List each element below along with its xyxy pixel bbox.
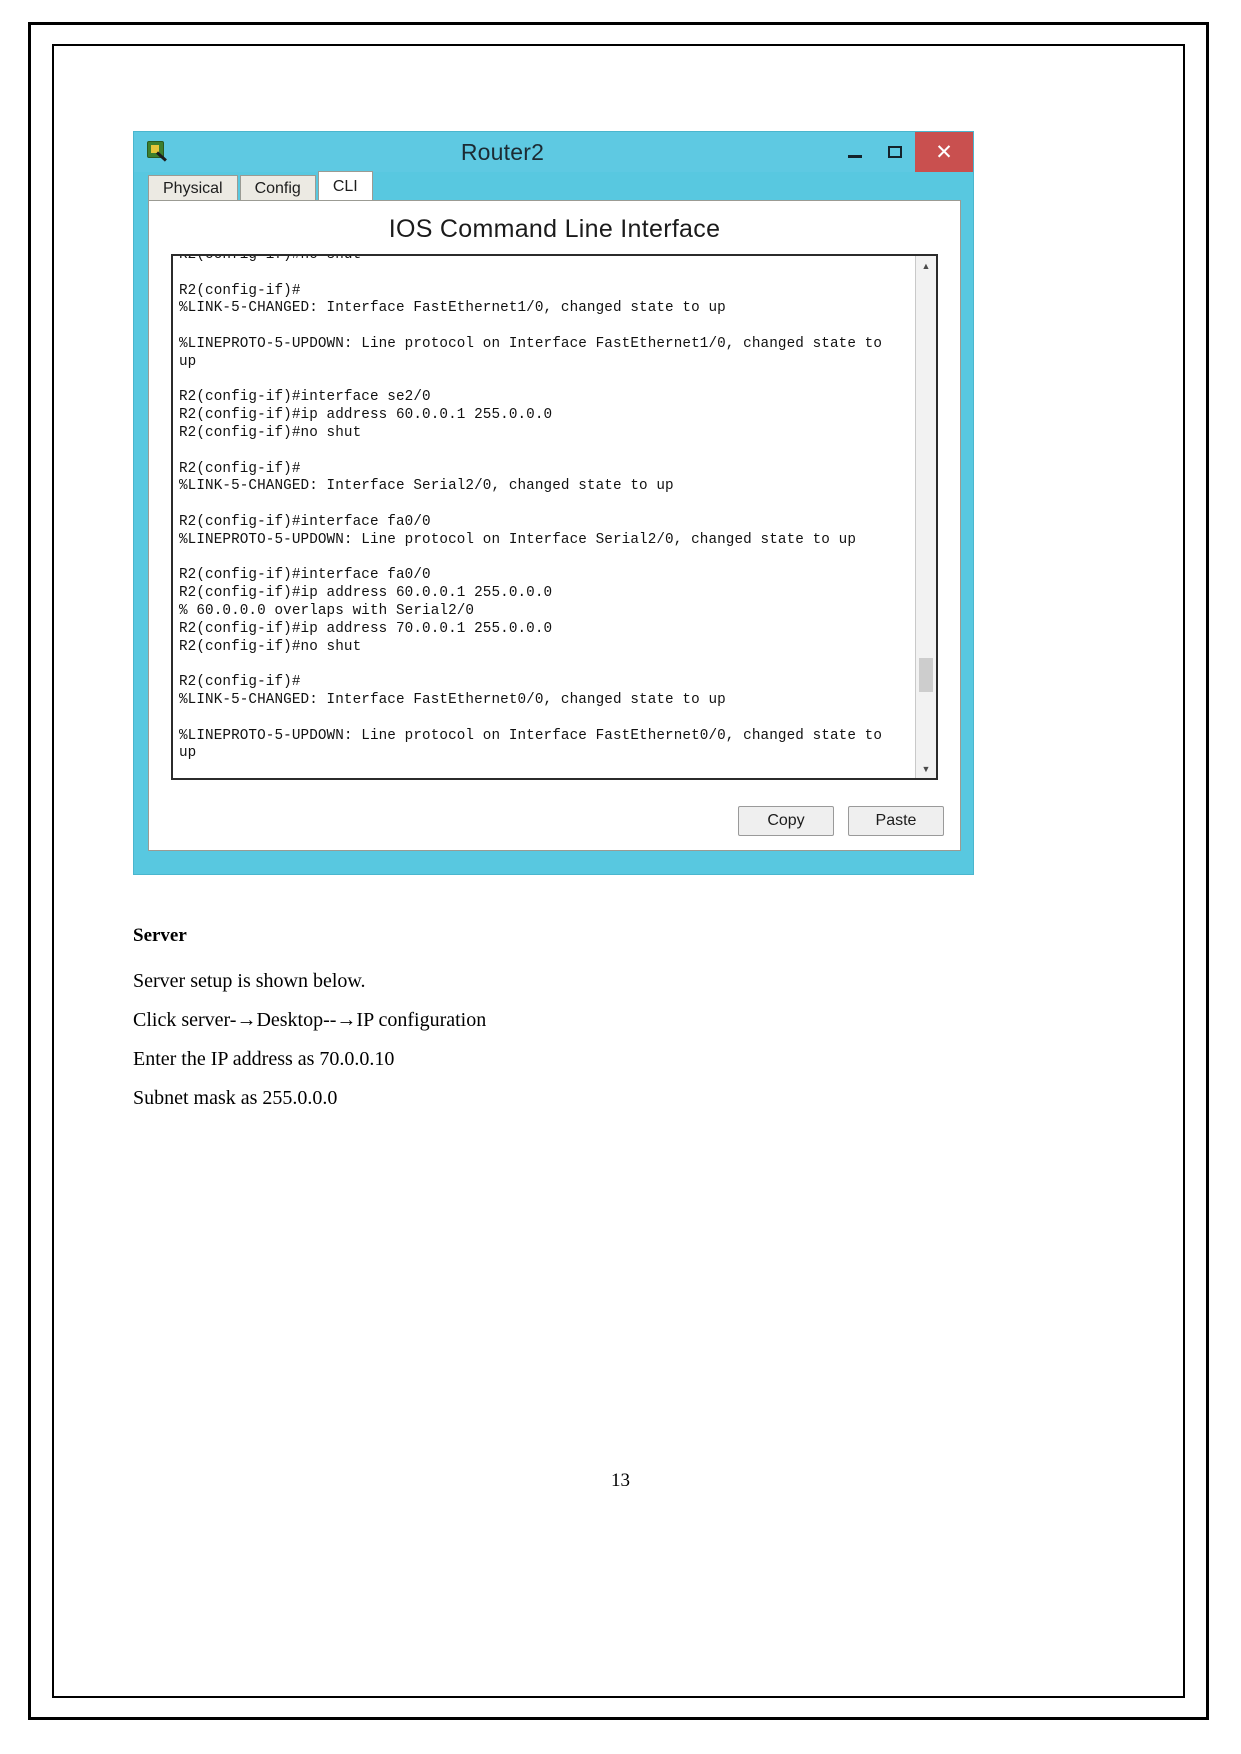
cli-scrollbar[interactable]: ▲ ▼	[915, 256, 936, 778]
scroll-down-icon[interactable]: ▼	[916, 759, 936, 778]
panel-heading: IOS Command Line Interface	[388, 215, 721, 243]
cli-line: %LINK-5-CHANGED: Interface FastEthernet1…	[179, 300, 726, 317]
cli-output-text: R2(config-if)#no shut R2(config-if)# %LIN…	[179, 254, 912, 763]
cli-line: up	[179, 745, 197, 762]
cli-line-selected: R2(config-if)#interface fa0/0	[179, 567, 912, 585]
cli-line: %LINEPROTO-5-UPDOWN: Line protocol on In…	[179, 335, 883, 352]
cli-line	[179, 443, 912, 461]
cli-line: R2(config-if)#ip address 60.0.0.1 255.0.…	[179, 407, 553, 424]
window-title: Router2	[460, 138, 545, 165]
cli-line	[179, 318, 912, 336]
cli-line	[179, 496, 912, 514]
paragraph-3: Enter the IP address as 70.0.0.10	[133, 1048, 395, 1070]
copy-button[interactable]: Copy	[738, 806, 834, 836]
cli-selection-highlight: R2(config-if)#interface fa0/0	[179, 567, 431, 584]
cli-line: R2(config-if)#no shut	[179, 638, 362, 655]
paragraph-4: Subnet mask as 255.0.0.0	[133, 1087, 338, 1109]
packet-tracer-router-icon	[144, 139, 170, 165]
tab-config[interactable]: Config	[239, 175, 316, 200]
maximize-button[interactable]	[875, 132, 915, 172]
cli-line: %LINEPROTO-5-UPDOWN: Line protocol on In…	[179, 727, 883, 744]
cli-line	[179, 550, 912, 568]
cli-line: R2(config-if)#no shut	[179, 424, 362, 441]
cli-line: R2(config-if)#ip address 60.0.0.1 255.0.…	[179, 585, 553, 602]
minimize-button[interactable]	[835, 132, 875, 172]
window-controls: ✕	[835, 132, 973, 172]
minimize-icon	[848, 154, 862, 158]
maximize-icon	[888, 146, 902, 158]
window-titlebar: Router2 ✕	[134, 132, 973, 172]
tab-physical[interactable]: Physical	[148, 175, 238, 200]
cli-button-row: Copy Paste	[738, 806, 944, 836]
cli-line	[179, 372, 912, 390]
section-heading: Server	[133, 925, 187, 946]
cli-line	[179, 710, 912, 728]
cli-panel: IOS Command Line Interface R2(config-if)…	[148, 200, 961, 851]
cli-line: R2(config-if)#	[179, 460, 301, 477]
paste-button[interactable]: Paste	[848, 806, 944, 836]
cli-terminal[interactable]: R2(config-if)#no shut R2(config-if)# %LIN…	[171, 254, 938, 780]
cli-line: %LINK-5-CHANGED: Interface Serial2/0, ch…	[179, 478, 674, 495]
cli-line: R2(config-if)#	[179, 674, 301, 691]
device-tabstrip: Physical Config CLI	[148, 171, 961, 200]
cli-line: up	[179, 353, 197, 370]
scroll-up-icon[interactable]: ▲	[916, 256, 936, 275]
tab-cli[interactable]: CLI	[317, 171, 373, 200]
cli-line	[179, 265, 912, 283]
close-button[interactable]: ✕	[915, 132, 973, 172]
page-number: 13	[611, 1470, 630, 1491]
paragraph-1: Server setup is shown below.	[133, 970, 366, 992]
router-device-window: Router2 ✕ Physical Config CLI IOS Comman…	[133, 131, 974, 875]
paragraph-2: Click server-→Desktop--→IP configuration	[133, 1009, 487, 1031]
cli-line: R2(config-if)#	[179, 282, 301, 299]
cli-line: R2(config-if)#interface fa0/0	[179, 513, 431, 530]
cli-line	[179, 656, 912, 674]
document-body: Server Server setup is shown below. Clic…	[133, 925, 1033, 1118]
cli-line: R2(config-if)#interface se2/0	[179, 389, 431, 406]
cli-line: %LINK-5-CHANGED: Interface FastEthernet0…	[179, 691, 726, 708]
scrollbar-thumb[interactable]	[919, 658, 933, 692]
cli-line: R2(config-if)#ip address 70.0.0.1 255.0.…	[179, 620, 553, 637]
close-icon: ✕	[935, 140, 953, 164]
cli-line: R2(config-if)#no shut	[179, 254, 362, 263]
cli-line: % 60.0.0.0 overlaps with Serial2/0	[179, 602, 475, 619]
cli-line: %LINEPROTO-5-UPDOWN: Line protocol on In…	[179, 531, 857, 548]
